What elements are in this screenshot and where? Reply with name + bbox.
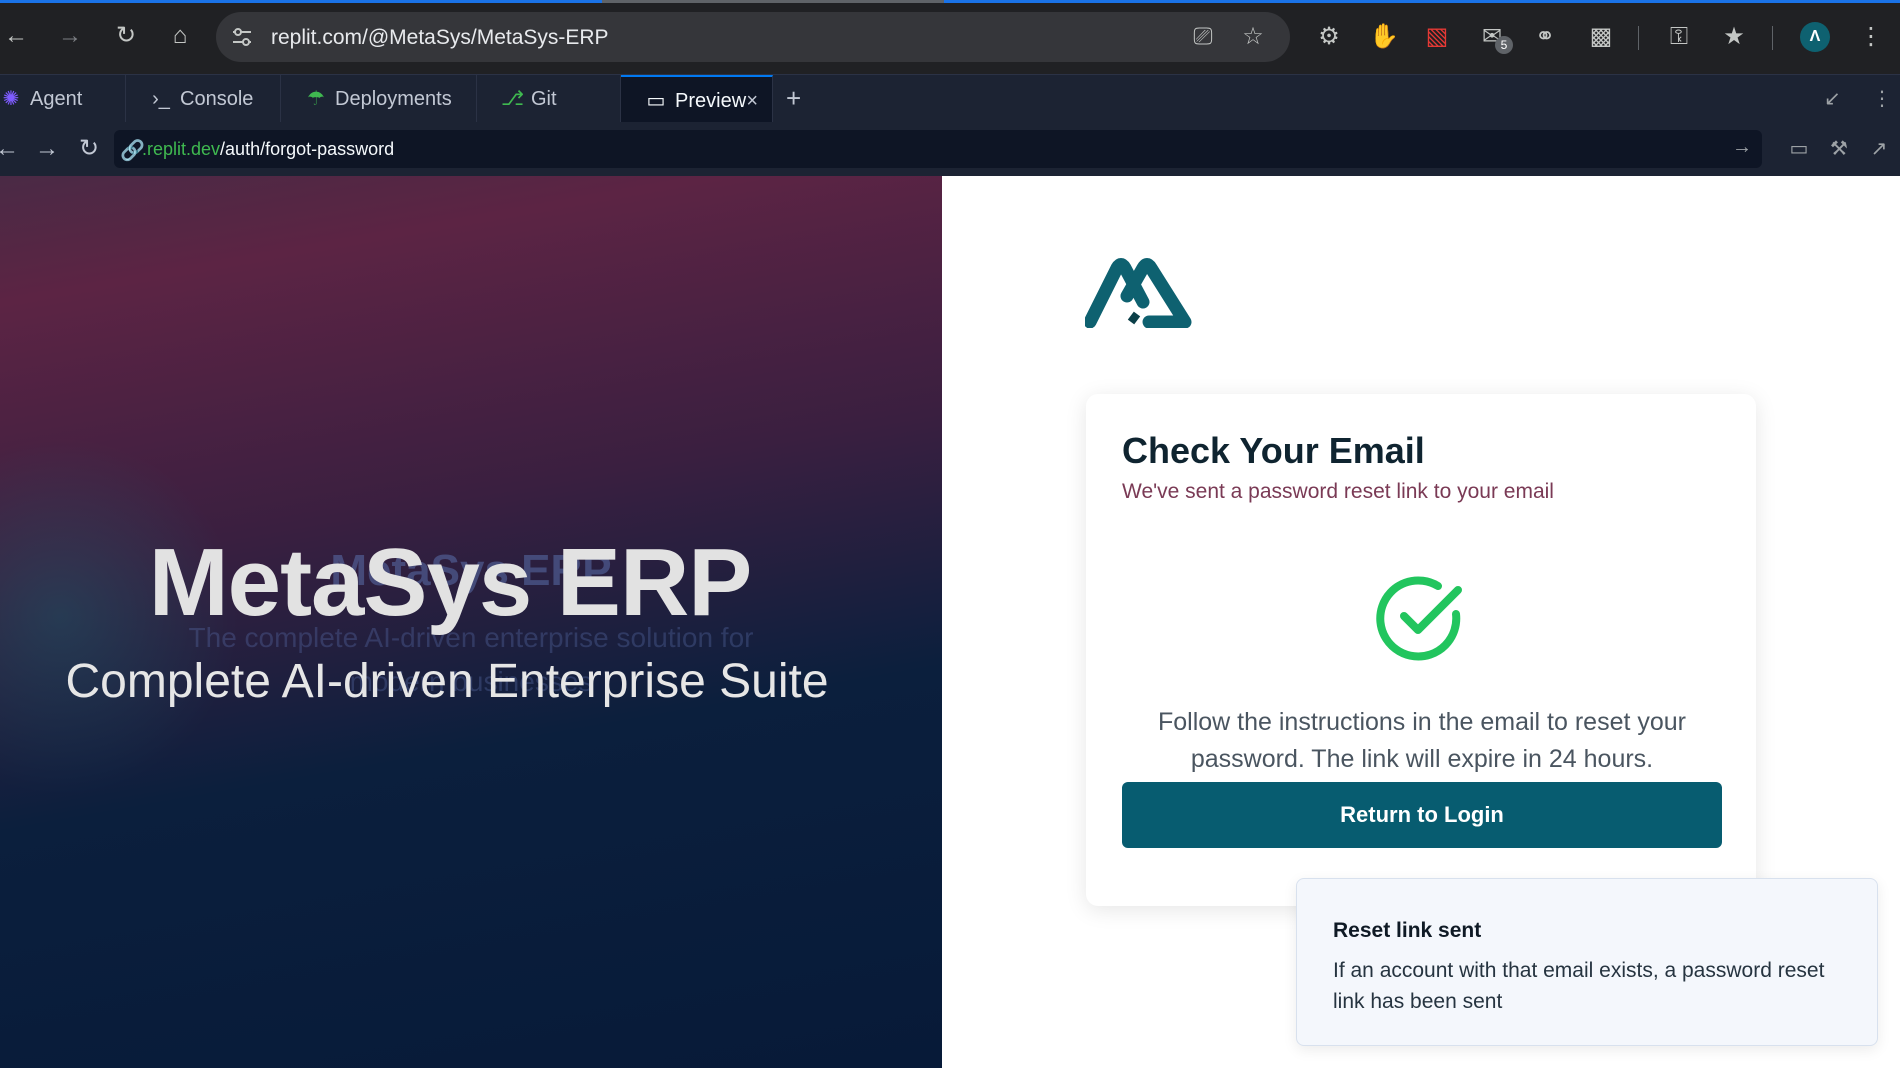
preview-url-field[interactable]: 🔗 .replit.dev/auth/forgot-password →	[114, 130, 1762, 168]
tab-agent[interactable]: ✺ Agent	[0, 75, 126, 123]
menu-kebab-icon[interactable]: ⋮	[1856, 22, 1886, 52]
return-to-login-button[interactable]: Return to Login	[1122, 782, 1722, 848]
agent-icon: ✺	[2, 88, 20, 110]
toolbar-divider	[1638, 26, 1639, 50]
password-key-icon[interactable]: ⚿	[1664, 22, 1694, 52]
preview-forward-icon[interactable]: →	[32, 134, 62, 164]
extension-badge: 5	[1495, 36, 1513, 54]
preview-reload-icon[interactable]: ↻	[74, 134, 104, 164]
preview-toolbar: ← → ↻ 🔗 .replit.dev/auth/forgot-password…	[0, 122, 1900, 176]
card-title: Check Your Email	[1122, 430, 1425, 471]
pocket-extension-icon[interactable]: ▧	[1422, 22, 1452, 52]
hero-subtitle: Complete AI-driven Enterprise Suite	[65, 655, 829, 708]
git-icon: ⎇	[501, 88, 525, 110]
preview-url-host: .replit.dev	[142, 139, 221, 159]
address-bar-url[interactable]: replit.com/@MetaSys/MetaSys-ERP	[271, 26, 609, 50]
install-app-icon[interactable]: ⎚	[1190, 24, 1216, 50]
toolbar-divider	[1772, 26, 1773, 50]
tab-label: Agent	[30, 88, 83, 110]
instructions-text: Follow the instructions in the email to …	[1157, 708, 1686, 773]
profile-avatar[interactable]: Λ	[1800, 22, 1830, 52]
extensions-puzzle-icon[interactable]: ▩	[1586, 22, 1616, 52]
monitor-icon: ▭	[646, 90, 666, 112]
reload-icon[interactable]: ↻	[110, 20, 142, 52]
site-settings-icon[interactable]	[230, 25, 254, 49]
card-subtitle: We've sent a password reset link to your…	[1122, 480, 1554, 503]
tab-strip-indicator	[0, 0, 1900, 3]
toast-title: Reset link sent	[1333, 919, 1482, 942]
preview-page: MetaSys ERP The complete AI-driven enter…	[0, 176, 1900, 1068]
back-icon[interactable]: ←	[0, 20, 32, 52]
hero-title: MetaSys ERP	[148, 529, 753, 636]
tab-preview[interactable]: ▭ Preview ×	[621, 75, 773, 123]
more-options-icon[interactable]: ⋮	[1872, 75, 1892, 123]
deployments-icon: ☂	[307, 88, 325, 110]
tab-console[interactable]: ›_ Console	[126, 75, 281, 123]
console-icon: ›_	[152, 88, 170, 110]
bookmark-star-icon[interactable]: ☆	[1240, 24, 1266, 50]
forward-icon[interactable]: →	[54, 20, 86, 52]
browser-toolbar: ← → ↻ ⌂ replit.com/@MetaSys/MetaSys-ERP …	[0, 0, 1900, 74]
success-check-icon	[1376, 576, 1462, 661]
bookmarks-icon[interactable]: ★	[1719, 22, 1749, 52]
check-email-card: Check Your Email We've sent a password r…	[1086, 394, 1756, 906]
tab-git[interactable]: ⎇ Git	[477, 75, 621, 123]
workspace-tab-bar: ✺ Agent ›_ Console ☂ Deployments ⎇ Git ▭ Prev…	[0, 74, 1900, 123]
toast-message: If an account with that email exists, a …	[1333, 959, 1825, 1013]
address-bar[interactable]: replit.com/@MetaSys/MetaSys-ERP ⎚ ☆	[216, 12, 1290, 62]
preview-back-icon[interactable]: ←	[0, 134, 22, 164]
mail-extension-icon[interactable]: ✉ 5	[1477, 22, 1513, 54]
preview-url-path: /auth/forgot-password	[220, 139, 395, 159]
close-icon[interactable]: ×	[746, 77, 758, 125]
tab-deployments[interactable]: ☂ Deployments	[281, 75, 477, 123]
auth-panel: Check Your Email We've sent a password r…	[942, 176, 1900, 1068]
hubspot-extension-icon[interactable]: ⚙	[1314, 22, 1344, 52]
new-tab-plus-icon[interactable]: +	[786, 75, 801, 121]
go-arrow-icon[interactable]: →	[1732, 136, 1752, 159]
metasys-logo-icon	[1085, 258, 1192, 328]
tab-label: Console	[180, 88, 254, 110]
tab-label: Deployments	[335, 88, 452, 110]
rainbow-extension-icon[interactable]: ⚭	[1530, 22, 1560, 52]
tab-label: Preview	[675, 90, 747, 112]
collapse-icon[interactable]: ↙	[1824, 75, 1841, 123]
adblock-extension-icon[interactable]: ✋	[1369, 22, 1399, 52]
devtools-wrench-icon[interactable]: ⚒	[1826, 136, 1852, 162]
tab-label: Git	[531, 88, 557, 110]
open-external-icon[interactable]: ↗	[1866, 136, 1892, 162]
toast-notification: Reset link sent If an account with that …	[1296, 878, 1878, 1046]
device-preview-icon[interactable]: ▭	[1786, 136, 1812, 162]
home-icon[interactable]: ⌂	[164, 20, 196, 52]
preview-url-text[interactable]: .replit.dev/auth/forgot-password	[142, 139, 394, 160]
hero-panel: MetaSys ERP The complete AI-driven enter…	[0, 176, 942, 1068]
